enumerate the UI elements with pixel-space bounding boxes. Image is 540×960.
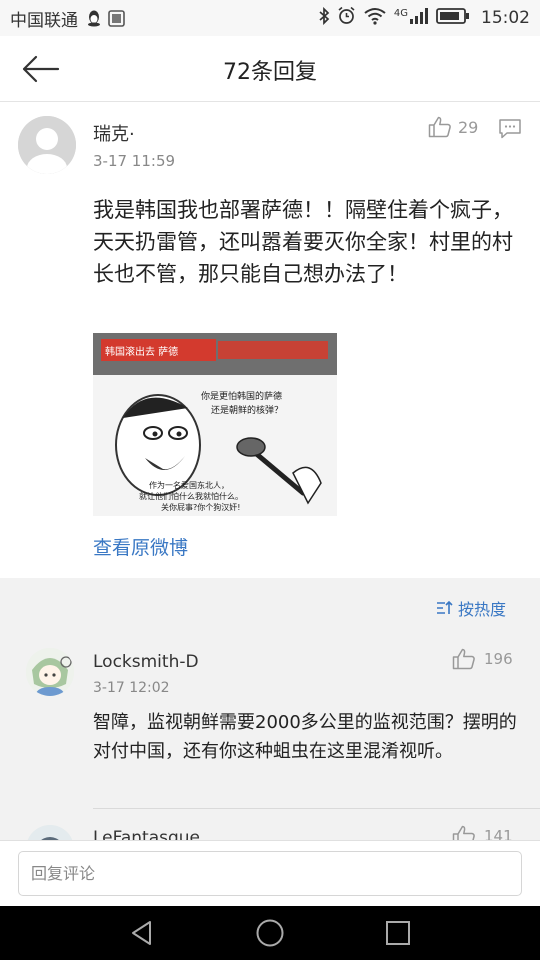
reply-bar <box>0 840 540 906</box>
view-original-weibo-link[interactable]: 查看原微博 <box>93 533 188 560</box>
post-author[interactable]: 瑞克· <box>93 120 135 146</box>
caption-line1: 作为一名爱国东北人， <box>149 480 229 490</box>
comment-like-button[interactable]: 141 <box>452 825 513 840</box>
battery-icon <box>436 7 470 30</box>
alarm-icon <box>337 6 356 30</box>
comment-text: 智障，监视朝鲜需要2000多公里的监视范围？摆明的对付中国，还有你这种蛆虫在这里… <box>93 712 517 762</box>
divider <box>93 808 540 809</box>
post-image[interactable]: 韩国滚出去 萨德 你是更怕韩国的萨德 还是朝鲜的核弹？ 作为一名爱国东北人， 就… <box>93 333 337 516</box>
original-post: 瑞克· 3-17 11:59 29 我是韩国我也部署萨德！！隔壁住着个疯子，天天… <box>0 102 540 578</box>
thumbs-up-icon <box>452 648 475 670</box>
comment-like-button[interactable]: 196 <box>452 648 513 670</box>
qq-icon <box>86 9 102 27</box>
banner-text: 韩国滚出去 萨德 <box>105 345 178 358</box>
comment-icon <box>499 119 521 139</box>
nav-back-button[interactable] <box>122 913 162 953</box>
sort-label: 按热度 <box>458 600 507 619</box>
clock: 15:02 <box>481 8 530 28</box>
carrier-name: 中国联通 <box>10 10 78 31</box>
system-nav-bar <box>0 906 540 960</box>
triangle-back-icon <box>132 921 151 945</box>
nav-home-button[interactable] <box>250 913 290 953</box>
commenter-avatar[interactable] <box>26 825 74 840</box>
post-comment-button[interactable] <box>498 118 522 144</box>
post-like-count: 29 <box>458 117 479 137</box>
bluetooth-icon <box>318 6 330 30</box>
gallery-icon <box>108 9 125 27</box>
comment-time: 3-17 12:02 <box>93 680 170 696</box>
post-time: 3-17 11:59 <box>93 152 176 170</box>
network-type-label: 4G <box>393 8 408 19</box>
circle-home-icon <box>256 919 284 947</box>
thumbs-up-icon <box>452 825 475 840</box>
thumbs-up-icon <box>428 116 451 138</box>
commenter-name[interactable]: LeFantasque <box>93 828 200 840</box>
comment-like-count: 141 <box>484 827 513 840</box>
comments-section: 按热度 Locksmith-D 3-17 12:02 196 智障，监视朝鲜需要… <box>0 578 540 840</box>
commenter-name[interactable]: Locksmith-D <box>93 652 199 672</box>
commenter-avatar[interactable] <box>26 648 74 696</box>
nav-recents-button[interactable] <box>378 913 418 953</box>
sort-by-hot-button[interactable]: 按热度 <box>436 596 506 620</box>
square-recents-icon <box>386 921 410 945</box>
status-bar: 中国联通 4G 15:02 <box>0 0 540 36</box>
sort-icon <box>437 600 453 614</box>
bubble-text-line2: 还是朝鲜的核弹？ <box>211 404 283 416</box>
wifi-icon <box>363 7 387 30</box>
caption-line2: 就让他们怕什么我就怕什么。 <box>139 491 243 501</box>
comment-like-count: 196 <box>484 650 513 668</box>
post-like-button[interactable]: 29 <box>428 116 478 138</box>
caption-line3: 关你屁事?你个狗汉奸! <box>161 502 240 512</box>
default-avatar-icon <box>18 116 76 174</box>
avatar[interactable] <box>18 116 76 174</box>
reply-input[interactable] <box>18 851 522 896</box>
signal-icon <box>409 7 429 30</box>
page-title: 72条回复 <box>223 60 317 85</box>
bubble-text-line1: 你是更怕韩国的萨德 <box>201 390 282 402</box>
post-content: 我是韩国我也部署萨德！！隔壁住着个疯子，天天扔雷管，还叫嚣着要灭你全家！村里的村… <box>93 198 513 286</box>
title-bar: 72条回复 <box>0 36 540 102</box>
